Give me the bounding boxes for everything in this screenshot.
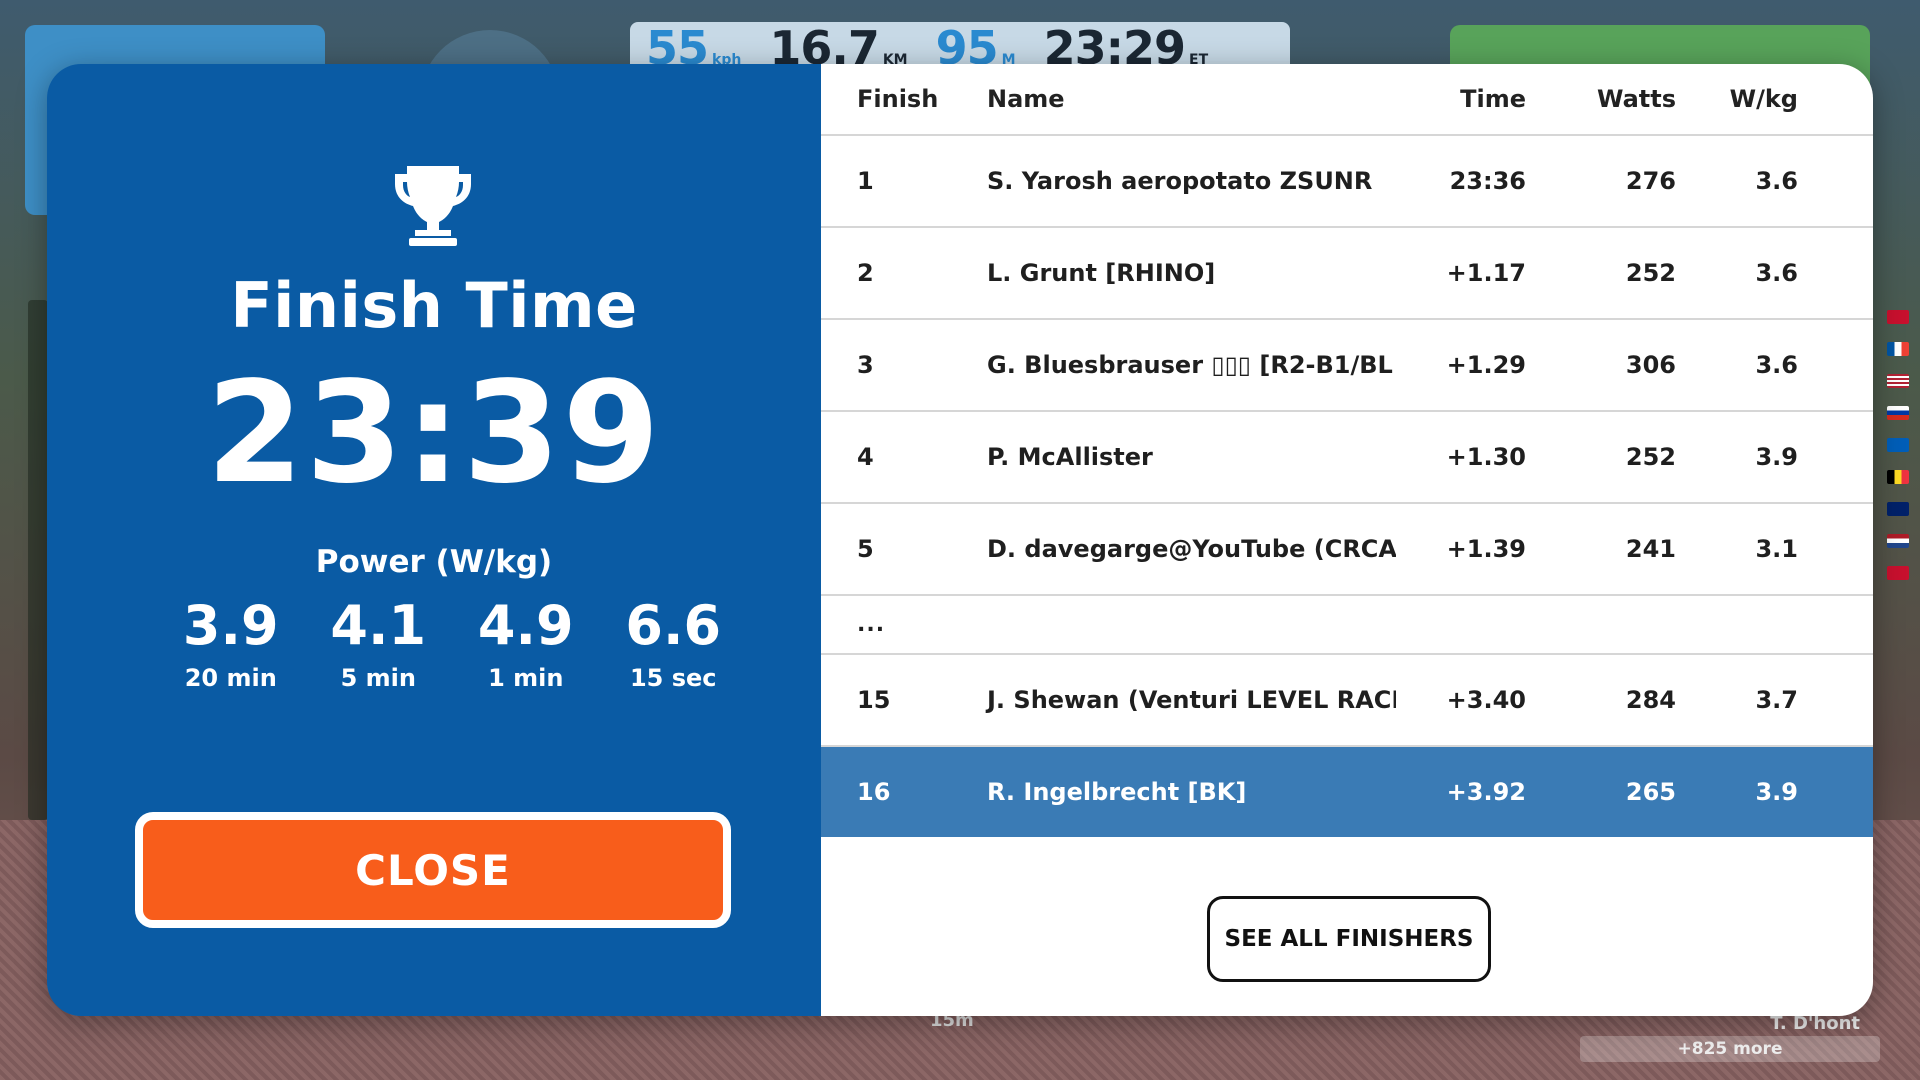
row-time: +1.29 xyxy=(1446,351,1526,379)
power-stat-value: 6.6 xyxy=(625,594,722,657)
flag-icon xyxy=(1886,438,1909,452)
row-finish: 16 xyxy=(857,778,891,806)
table-row[interactable]: 5 D. davegarge@YouTube (CRCA/I +1.39 241… xyxy=(821,504,1873,596)
row-finish: 5 xyxy=(857,535,874,563)
row-name: D. davegarge@YouTube (CRCA/I xyxy=(987,535,1396,563)
row-finish: 2 xyxy=(857,259,874,287)
table-header: Finish Name Time Watts W/kg xyxy=(821,64,1873,136)
power-stat-1min: 4.9 1 min xyxy=(452,594,600,692)
results-modal: Finish Time 23:39 Power (W/kg) 3.9 20 mi… xyxy=(47,64,1873,1016)
background-elevation-marker: 15m xyxy=(930,1010,974,1031)
table-row[interactable]: 2 L. Grunt [RHINO] +1.17 252 3.6 xyxy=(821,228,1873,320)
row-name: J. Shewan (Venturi LEVEL RACIN xyxy=(987,686,1396,714)
flag-icon xyxy=(1886,566,1909,580)
row-wkg: 3.1 xyxy=(1755,535,1798,563)
table-row[interactable]: 4 P. McAllister +1.30 252 3.9 xyxy=(821,412,1873,504)
row-time: +1.39 xyxy=(1446,535,1526,563)
power-stat-15sec: 6.6 15 sec xyxy=(600,594,748,692)
row-time: 23:36 xyxy=(1449,167,1526,195)
row-finish: 15 xyxy=(857,686,891,714)
flag-icon xyxy=(1886,470,1909,484)
row-watts: 241 xyxy=(1625,535,1676,563)
flag-icon xyxy=(1886,502,1909,516)
row-time: +1.30 xyxy=(1446,443,1526,471)
row-name: P. McAllister xyxy=(987,443,1153,471)
flag-icon xyxy=(1886,310,1909,324)
row-watts: 252 xyxy=(1625,443,1676,471)
finish-time-heading: Finish Time xyxy=(230,269,638,342)
row-wkg: 3.6 xyxy=(1755,259,1798,287)
finish-summary-panel: Finish Time 23:39 Power (W/kg) 3.9 20 mi… xyxy=(47,64,821,1016)
background-nearby-rider: T. D'hont xyxy=(1770,1013,1860,1034)
column-header-finish[interactable]: Finish xyxy=(821,85,961,113)
row-name: L. Grunt [RHINO] xyxy=(987,259,1216,287)
flag-icon xyxy=(1886,406,1909,420)
trophy-icon xyxy=(395,166,471,246)
power-stats: 3.9 20 min 4.1 5 min 4.9 1 min 6.6 15 se… xyxy=(157,594,747,692)
row-wkg: 3.6 xyxy=(1755,167,1798,195)
row-finish: 1 xyxy=(857,167,874,195)
row-name: S. Yarosh aeropotato ZSUNR xyxy=(987,167,1373,195)
row-finish: 4 xyxy=(857,443,874,471)
power-stat-value: 3.9 xyxy=(182,594,279,657)
power-stat-duration: 5 min xyxy=(340,664,416,692)
row-wkg: 3.6 xyxy=(1755,351,1798,379)
background-more-riders: +825 more xyxy=(1580,1036,1880,1062)
background-rider-list xyxy=(28,300,48,820)
close-button[interactable]: CLOSE xyxy=(135,812,731,928)
power-stat-20min: 3.9 20 min xyxy=(157,594,305,692)
table-row-current-user[interactable]: 16 R. Ingelbrecht [BK] +3.92 265 3.9 xyxy=(821,747,1873,837)
column-header-name[interactable]: Name xyxy=(961,85,1396,113)
column-header-wkg[interactable]: W/kg xyxy=(1686,85,1806,113)
row-wkg: 3.9 xyxy=(1755,778,1798,806)
table-row[interactable]: 15 J. Shewan (Venturi LEVEL RACIN +3.40 … xyxy=(821,655,1873,747)
results-table: Finish Name Time Watts W/kg 1 S. Yarosh … xyxy=(821,64,1873,1016)
power-stat-duration: 1 min xyxy=(488,664,564,692)
row-time: +1.17 xyxy=(1446,259,1526,287)
table-row[interactable]: 3 G. Bluesbrauser ▯▯▯ [R2-B1/BL +1.29 30… xyxy=(821,320,1873,412)
power-stat-5min: 4.1 5 min xyxy=(305,594,453,692)
power-stat-value: 4.1 xyxy=(330,594,427,657)
flag-icon xyxy=(1886,534,1909,548)
row-time: +3.40 xyxy=(1446,686,1526,714)
row-finish: 3 xyxy=(857,351,874,379)
row-watts: 276 xyxy=(1625,167,1676,195)
row-watts: 265 xyxy=(1625,778,1676,806)
row-name: R. Ingelbrecht [BK] xyxy=(987,778,1247,806)
column-header-watts[interactable]: Watts xyxy=(1546,85,1686,113)
row-watts: 284 xyxy=(1625,686,1676,714)
power-stat-duration: 20 min xyxy=(184,664,277,692)
flag-icon xyxy=(1886,374,1909,388)
power-label: Power (W/kg) xyxy=(315,544,553,580)
table-row[interactable]: 1 S. Yarosh aeropotato ZSUNR 23:36 276 3… xyxy=(821,136,1873,228)
table-row-ellipsis: ... xyxy=(821,596,1873,655)
row-watts: 306 xyxy=(1625,351,1676,379)
ellipsis-marker: ... xyxy=(857,612,886,637)
power-stat-duration: 15 sec xyxy=(629,664,717,692)
row-watts: 252 xyxy=(1625,259,1676,287)
power-stat-value: 4.9 xyxy=(477,594,574,657)
row-time: +3.92 xyxy=(1446,778,1526,806)
row-wkg: 3.9 xyxy=(1755,443,1798,471)
row-wkg: 3.7 xyxy=(1755,686,1798,714)
column-header-time[interactable]: Time xyxy=(1396,85,1546,113)
flag-icon xyxy=(1886,342,1909,356)
row-name: G. Bluesbrauser ▯▯▯ [R2-B1/BL xyxy=(987,351,1393,379)
finish-time-value: 23:39 xyxy=(206,352,662,515)
see-all-finishers-button[interactable]: SEE ALL FINISHERS xyxy=(1207,896,1491,982)
